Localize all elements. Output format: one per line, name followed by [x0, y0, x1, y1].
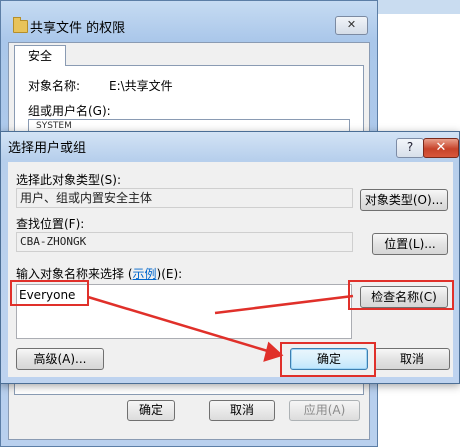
permissions-window-title: 共享文件 的权限 — [30, 21, 126, 36]
folder-icon — [13, 17, 28, 33]
group-or-user-label: 组或用户名(G): — [28, 104, 111, 118]
examples-link[interactable]: 示例 — [133, 267, 157, 281]
object-name-value: E:\共享文件 — [109, 79, 173, 93]
object-type-label: 选择此对象类型(S): — [16, 173, 122, 187]
permissions-apply-button[interactable]: 应用(A) — [289, 400, 360, 421]
dialog-title: 选择用户或组 — [8, 141, 87, 156]
permissions-ok-button[interactable]: 确定 — [127, 400, 175, 421]
list-item[interactable]: SYSTEM — [36, 121, 72, 131]
location-label: 查找位置(F): — [16, 217, 85, 231]
object-types-button[interactable]: 对象类型(O)... — [360, 189, 448, 211]
advanced-button[interactable]: 高级(A)... — [16, 348, 104, 370]
annotation-box-input — [10, 280, 89, 306]
object-name-label: 对象名称: — [28, 79, 81, 93]
tab-security[interactable]: 安全 — [14, 45, 66, 66]
close-button[interactable]: ✕ — [423, 138, 459, 158]
annotation-box-ok — [280, 342, 376, 377]
permissions-cancel-button[interactable]: 取消 — [209, 400, 275, 421]
location-field: CBA-ZHONGK — [16, 232, 353, 252]
cancel-button[interactable]: 取消 — [374, 348, 450, 370]
locations-button[interactable]: 位置(L)... — [372, 233, 448, 255]
help-button[interactable]: ? — [396, 138, 424, 158]
permissions-close-button[interactable]: ✕ — [335, 16, 368, 35]
annotation-box-check-names — [348, 280, 454, 310]
object-type-field: 用户、组或内置安全主体 — [16, 188, 353, 208]
